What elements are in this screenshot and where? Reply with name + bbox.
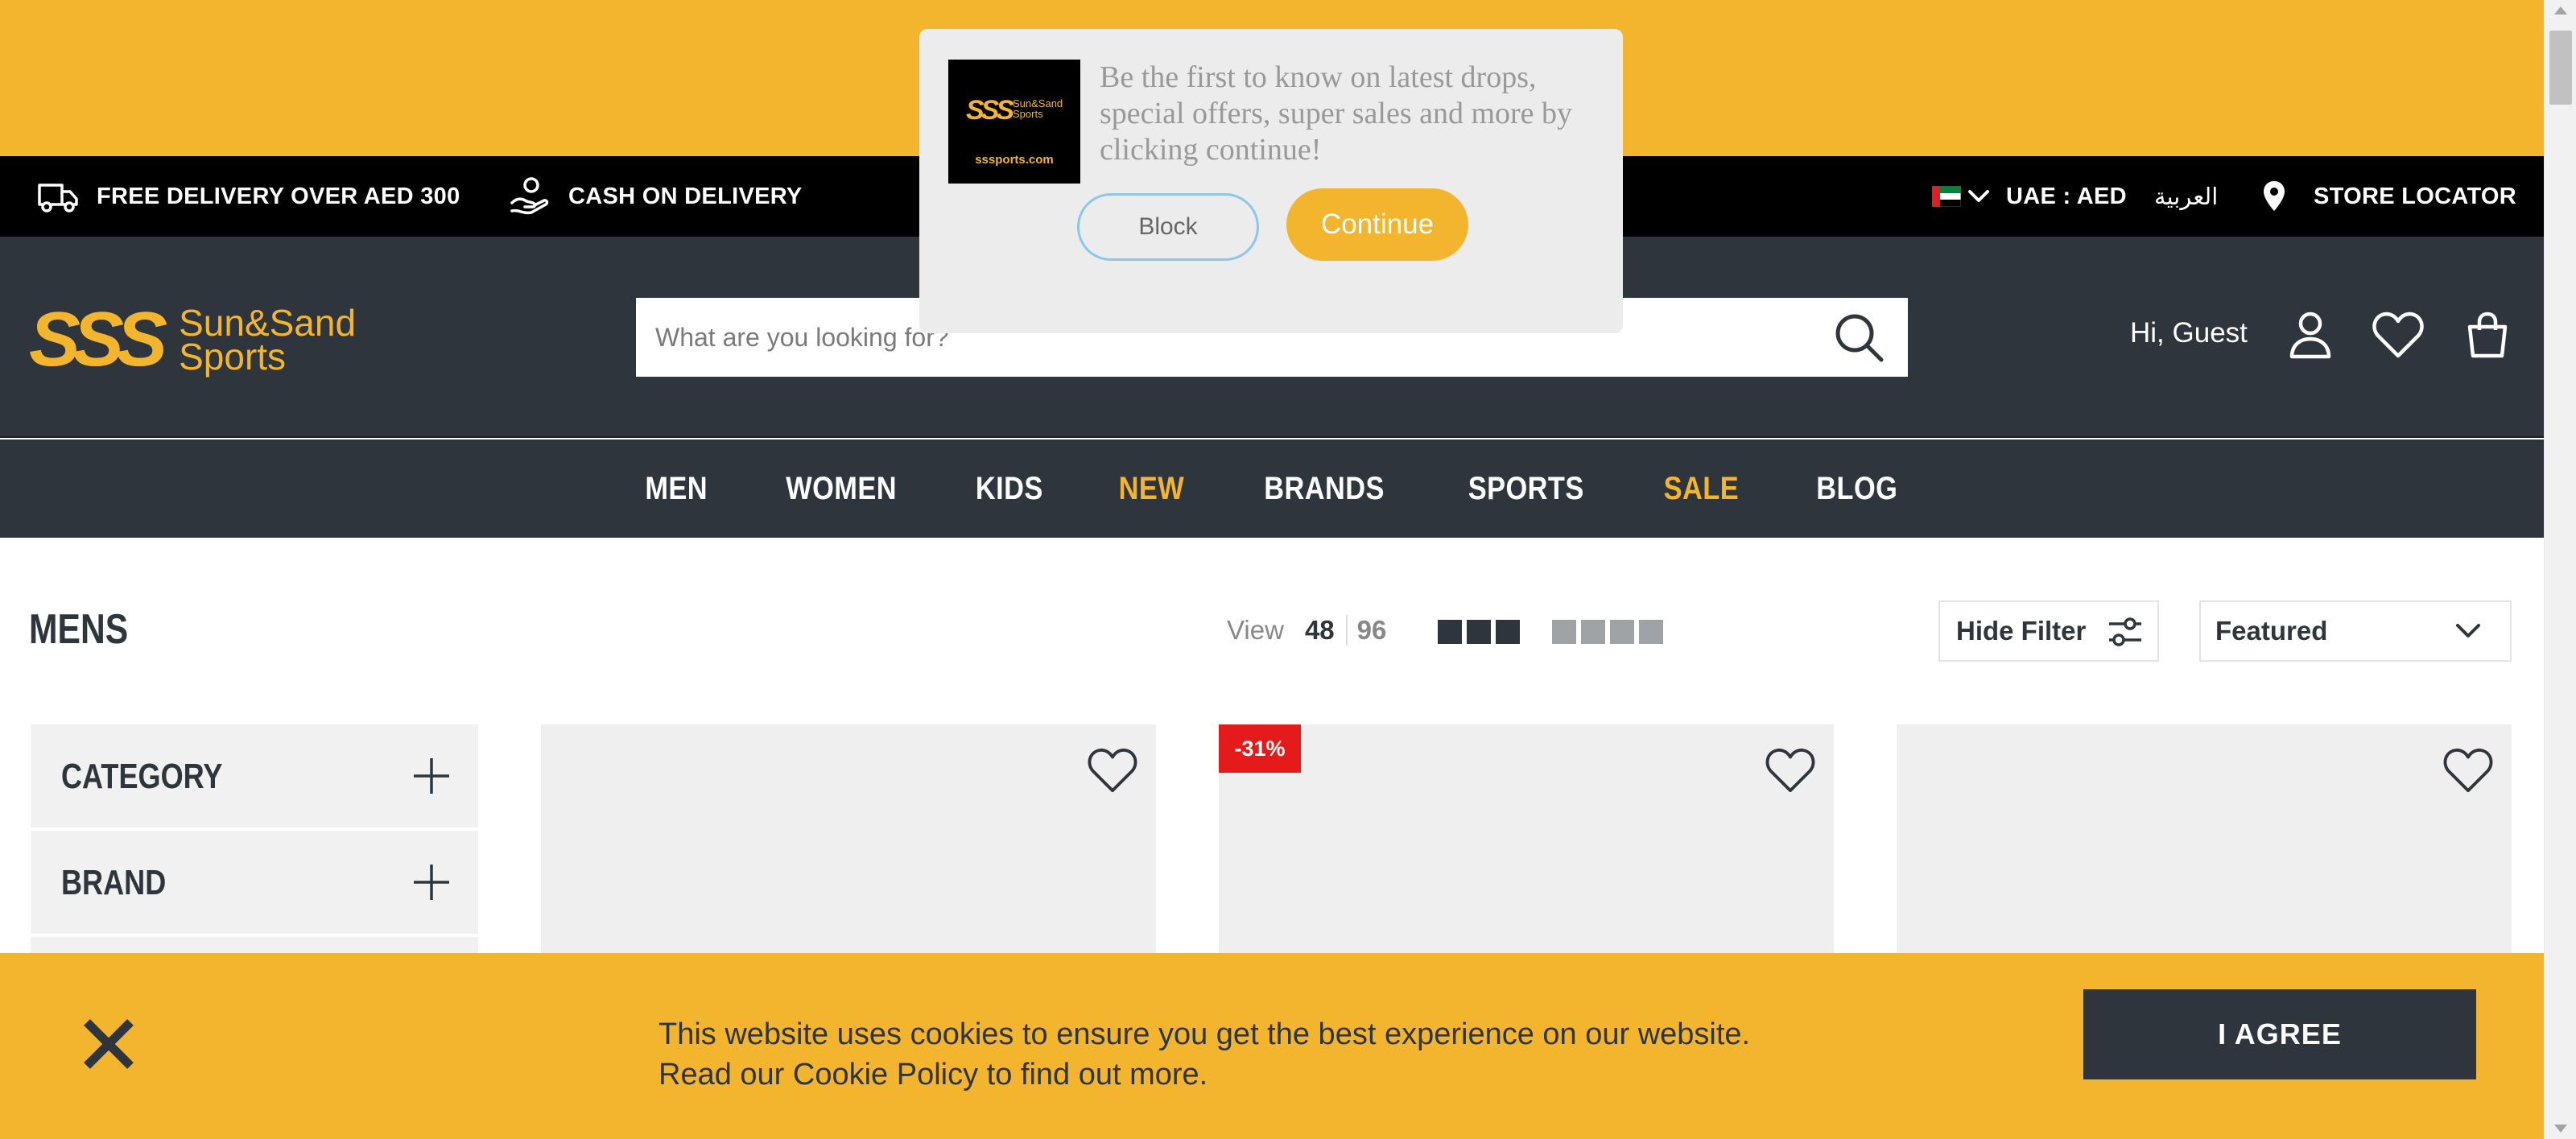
brand-logo[interactable]: SSS Sun&Sand Sports xyxy=(29,301,356,378)
plus-icon xyxy=(414,758,449,794)
uae-flag-icon xyxy=(1932,186,1961,207)
language-label: العربية xyxy=(2154,184,2219,210)
user-icon[interactable] xyxy=(2288,311,2333,363)
popup-brand-logo: SSS Sun&Sand Sports sssports.com xyxy=(948,60,1080,184)
nav-list: MEN WOMEN KIDS NEW BRANDS SPORTS SALE BLOG xyxy=(0,440,2544,538)
logo-mark: SSS xyxy=(29,296,167,382)
hide-filter-button[interactable]: Hide Filter xyxy=(1938,600,2159,662)
cookie-message: This website uses cookies to ensure you … xyxy=(658,1014,1946,1095)
nav-item-sale[interactable]: SALE xyxy=(1664,471,1739,507)
filter-category-label: CATEGORY xyxy=(61,757,223,796)
wishlist-heart-icon[interactable] xyxy=(2442,747,2494,794)
sliders-icon xyxy=(2109,617,2141,646)
cookie-message-line-2[interactable]: Read our Cookie Policy to find out more. xyxy=(658,1054,1946,1095)
cash-on-delivery-label: CASH ON DELIVERY xyxy=(568,183,803,209)
nav-item-brands[interactable]: BRANDS xyxy=(1264,471,1385,507)
hand-coin-icon xyxy=(509,175,551,217)
language-switch[interactable]: العربية xyxy=(2154,156,2218,237)
nav-item-new[interactable]: NEW xyxy=(1118,471,1184,507)
logo-line-2: Sports xyxy=(179,336,287,378)
popup-logo-mark: SSS xyxy=(966,95,1014,126)
store-locator-link[interactable]: STORE LOCATOR xyxy=(2262,156,2516,237)
location-pin-icon xyxy=(2262,180,2286,213)
grid-4-columns-icon[interactable] xyxy=(1552,620,1663,644)
chevron-down-icon xyxy=(1967,189,1990,204)
grid-3-columns-icon[interactable] xyxy=(1438,620,1520,644)
nav-item-men[interactable]: MEN xyxy=(645,471,708,507)
popup-logo-wordmark: Sun&Sand Sports xyxy=(1013,98,1063,119)
page: FREE DELIVERY OVER AED 300 CASH ON DELIV… xyxy=(0,0,2576,1139)
currency-selector[interactable]: UAE : AED xyxy=(1932,156,2127,237)
cookie-banner: This website uses cookies to ensure you … xyxy=(0,953,2544,1139)
filter-brand-label: BRAND xyxy=(61,863,167,902)
filter-category[interactable]: CATEGORY xyxy=(31,724,478,827)
push-notification-popup: SSS Sun&Sand Sports sssports.com Be the … xyxy=(919,29,1623,333)
cash-on-delivery-item: CASH ON DELIVERY xyxy=(509,156,803,237)
logo-wordmark: Sun&Sand Sports xyxy=(179,302,357,378)
page-size-48[interactable]: 48 xyxy=(1305,615,1348,646)
close-icon[interactable] xyxy=(80,1016,137,1072)
discount-badge: -31% xyxy=(1219,724,1301,773)
plus-icon xyxy=(414,865,449,900)
popup-logo-url: sssports.com xyxy=(975,153,1054,167)
nav-item-sports[interactable]: SPORTS xyxy=(1468,471,1583,507)
heart-icon[interactable] xyxy=(2372,311,2425,363)
agree-button[interactable]: I AGREE xyxy=(2083,989,2476,1079)
main-nav: MEN WOMEN KIDS NEW BRANDS SPORTS SALE BLOG xyxy=(0,440,2544,538)
nav-item-women[interactable]: WOMEN xyxy=(786,471,897,507)
free-delivery-item: FREE DELIVERY OVER AED 300 xyxy=(37,156,460,237)
nav-item-blog[interactable]: BLOG xyxy=(1816,471,1897,507)
scroll-down-arrow-icon[interactable] xyxy=(2554,1125,2567,1133)
scrollbar-thumb[interactable] xyxy=(2549,31,2572,105)
popup-message: Be the first to know on latest drops, sp… xyxy=(1100,60,1573,167)
nav-item-kids[interactable]: KIDS xyxy=(976,471,1043,507)
page-title: MENS xyxy=(29,606,129,653)
sort-dropdown[interactable]: Featured xyxy=(2199,600,2512,662)
chevron-down-icon xyxy=(2456,624,2480,638)
viewport: FREE DELIVERY OVER AED 300 CASH ON DELIV… xyxy=(0,0,2544,1139)
block-button[interactable]: Block xyxy=(1077,193,1259,261)
continue-button[interactable]: Continue xyxy=(1286,188,1468,261)
scroll-up-arrow-icon[interactable] xyxy=(2554,6,2567,14)
truck-icon xyxy=(37,179,79,214)
scrollbar[interactable] xyxy=(2544,0,2576,1139)
logo-line-1: Sun&Sand xyxy=(179,302,357,344)
greeting-text: Hi, Guest xyxy=(2130,317,2248,349)
search-icon[interactable] xyxy=(1832,311,1885,368)
wishlist-heart-icon[interactable] xyxy=(1765,747,1816,794)
hide-filter-label: Hide Filter xyxy=(1956,616,2087,646)
page-size-96[interactable]: 96 xyxy=(1357,615,1387,646)
shopping-bag-icon[interactable] xyxy=(2465,311,2510,363)
filter-brand[interactable]: BRAND xyxy=(31,831,478,934)
view-label: View xyxy=(1227,615,1284,645)
popup-logo-line-2: Sports xyxy=(1013,108,1043,120)
free-delivery-label: FREE DELIVERY OVER AED 300 xyxy=(97,183,460,209)
cookie-message-line-1: This website uses cookies to ensure you … xyxy=(658,1017,1751,1051)
currency-label: UAE : AED xyxy=(2006,183,2127,209)
view-size-selector: View 48 96 xyxy=(1227,615,1386,646)
store-locator-label: STORE LOCATOR xyxy=(2314,183,2517,209)
wishlist-heart-icon[interactable] xyxy=(1087,747,1138,794)
sort-selected-label: Featured xyxy=(2215,616,2328,646)
